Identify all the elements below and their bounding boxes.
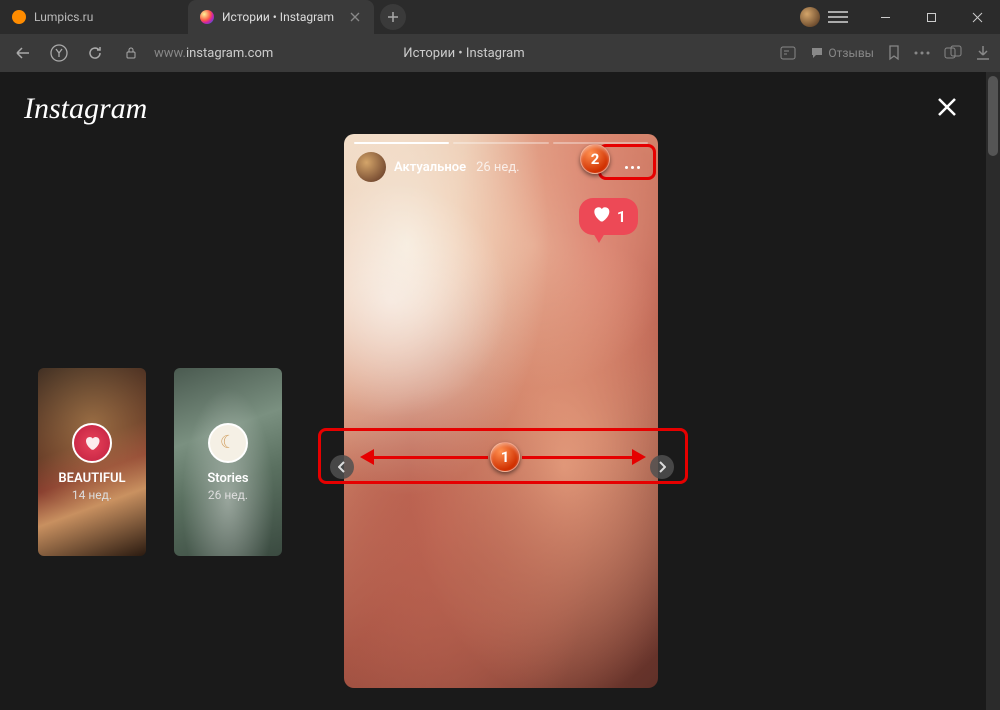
browser-addressbar: www.instagram.com Истории • Instagram От… — [0, 34, 1000, 72]
annotation-arrowhead-icon — [632, 449, 646, 465]
url-display[interactable]: www.instagram.com — [154, 46, 273, 61]
instagram-logo[interactable]: Instagram — [24, 92, 147, 126]
tab-close-icon[interactable] — [348, 10, 362, 24]
annotation-arrow — [522, 456, 634, 459]
menu-icon[interactable] — [828, 11, 848, 23]
story-user-avatar[interactable] — [356, 152, 386, 182]
story-more-button[interactable] — [619, 160, 646, 175]
vertical-scrollbar[interactable] — [986, 72, 1000, 710]
annotation-badge: 1 — [490, 442, 520, 472]
close-story-button[interactable] — [932, 92, 962, 122]
story-username[interactable]: Актуальное — [394, 160, 466, 175]
like-reaction-bubble: 1 — [579, 198, 638, 235]
story-avatar-icon — [72, 423, 112, 463]
story-next-button[interactable] — [650, 455, 674, 479]
bookmark-icon[interactable] — [888, 45, 900, 61]
story-thumbnail[interactable]: ☾ Stories 26 нед. — [174, 368, 282, 556]
scrollbar-thumb[interactable] — [988, 76, 998, 156]
reader-icon[interactable] — [780, 46, 796, 60]
annotation-arrow — [370, 456, 488, 459]
story-label: BEAUTIFUL — [58, 471, 125, 486]
yandex-icon[interactable] — [46, 40, 72, 66]
favicon-icon — [200, 10, 214, 24]
url-prefix: www. — [154, 46, 186, 61]
story-thumbnail[interactable]: BEAUTIFUL 14 нед. — [38, 368, 146, 556]
annotation-badge: 2 — [580, 144, 610, 174]
reload-button[interactable] — [82, 40, 108, 66]
story-time: 26 нед. — [208, 488, 248, 502]
more-icon[interactable] — [914, 51, 930, 55]
addressbar-right: Отзывы — [780, 45, 990, 61]
story-progress-bar — [354, 142, 648, 144]
progress-segment — [354, 142, 449, 144]
url-domain: instagram.com — [186, 46, 273, 61]
browser-titlebar: Lumpics.ru Истории • Instagram — [0, 0, 1000, 34]
page-viewport: Instagram BEAUTIFUL 14 нед. ☾ Stories 26… — [0, 72, 986, 710]
reviews-button[interactable]: Отзывы — [810, 46, 874, 60]
story-prev-button[interactable] — [330, 455, 354, 479]
like-count: 1 — [617, 207, 626, 226]
tab-title: Lumpics.ru — [34, 10, 93, 24]
back-button[interactable] — [10, 40, 36, 66]
new-tab-button[interactable] — [380, 4, 406, 30]
story-time: 14 нед. — [72, 488, 112, 502]
story-timestamp: 26 нед. — [476, 160, 520, 175]
extensions-icon[interactable] — [944, 45, 962, 61]
annotation-arrowhead-icon — [360, 449, 374, 465]
story-label: Stories — [207, 471, 248, 486]
browser-tab-active[interactable]: Истории • Instagram — [188, 0, 374, 34]
progress-segment — [453, 142, 548, 144]
window-controls — [800, 0, 1000, 34]
browser-tab-inactive[interactable]: Lumpics.ru — [0, 0, 188, 34]
tab-title: Истории • Instagram — [222, 10, 334, 24]
story-avatar-icon: ☾ — [208, 423, 248, 463]
profile-avatar-icon[interactable] — [800, 7, 820, 27]
heart-icon — [591, 204, 611, 229]
progress-segment — [553, 142, 648, 144]
window-close-button[interactable] — [954, 0, 1000, 34]
page-title: Истории • Instagram — [403, 46, 524, 61]
window-maximize-button[interactable] — [908, 0, 954, 34]
main-story-card[interactable]: Актуальное 26 нед. 1 — [344, 134, 658, 688]
window-minimize-button[interactable] — [862, 0, 908, 34]
favicon-icon — [12, 10, 26, 24]
lock-icon[interactable] — [118, 40, 144, 66]
downloads-icon[interactable] — [976, 45, 990, 61]
